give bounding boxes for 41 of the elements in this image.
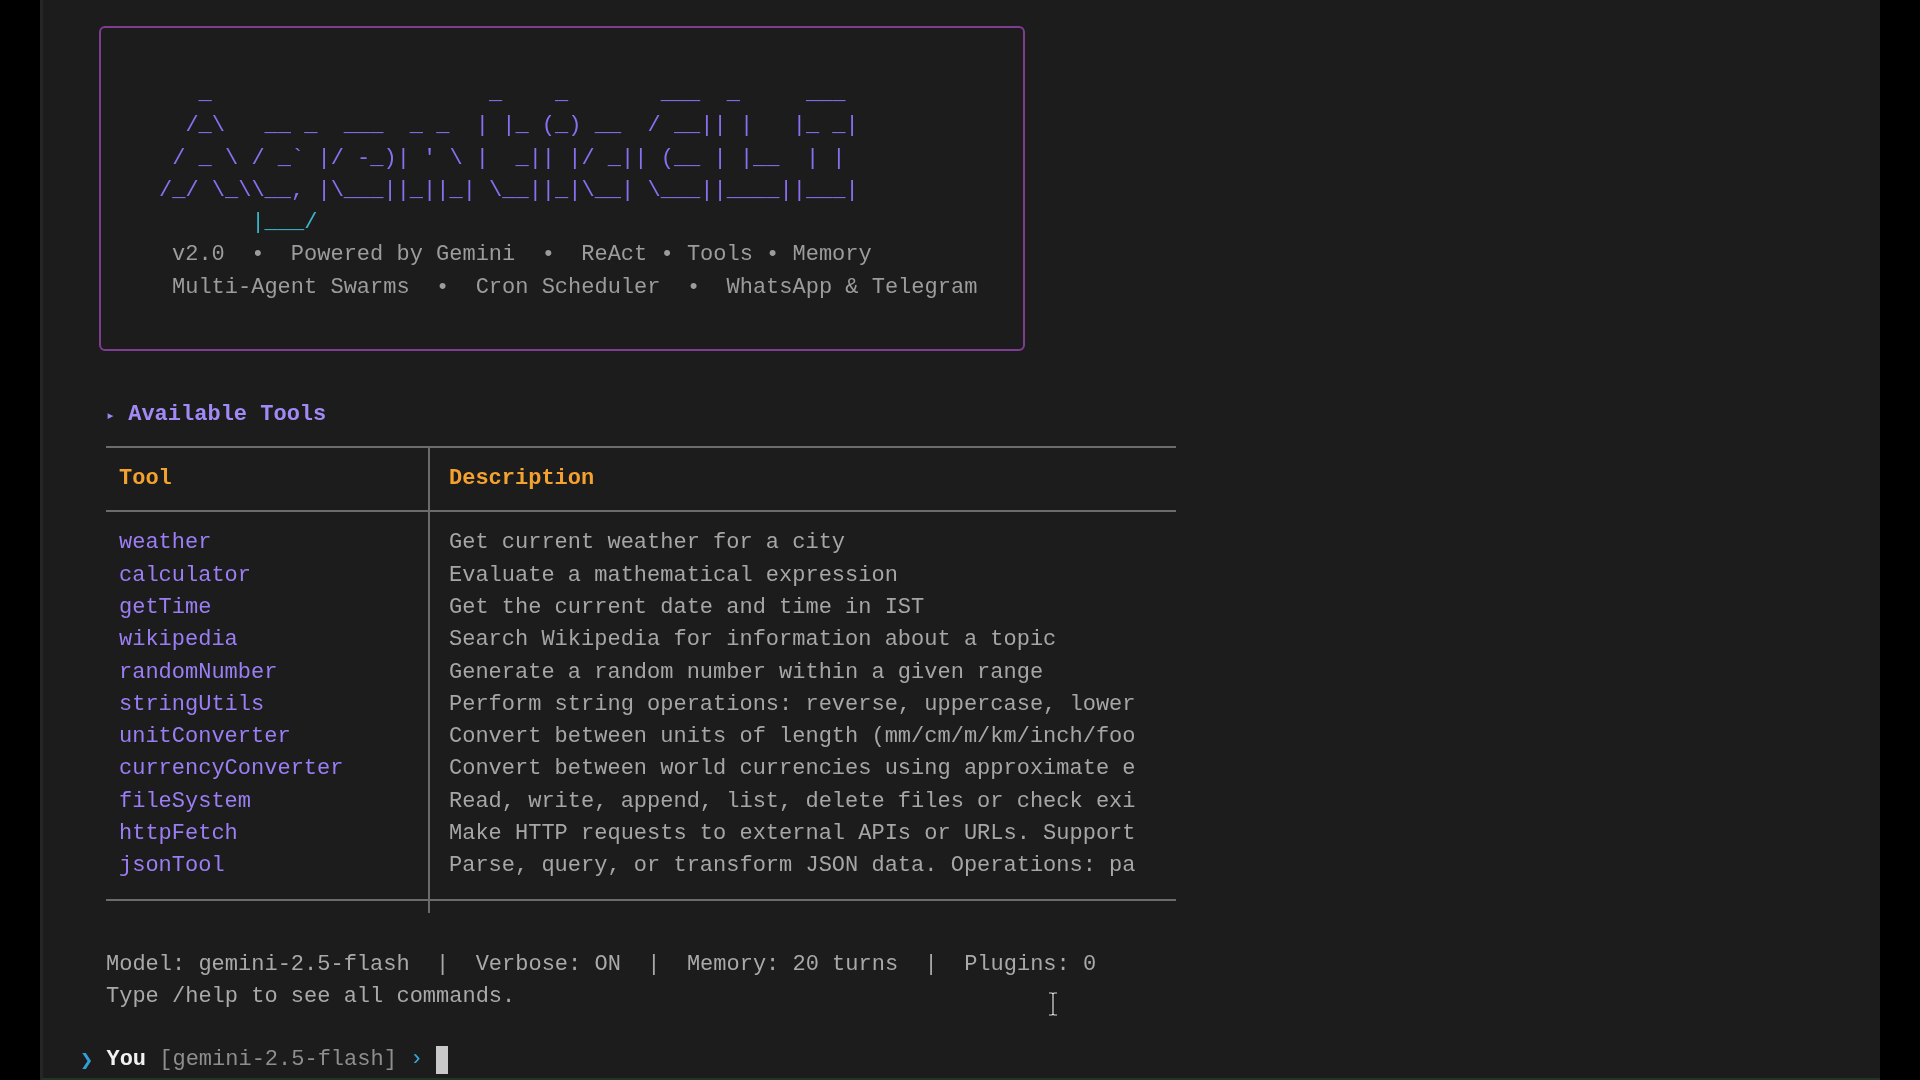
tool-name: unitConverter [119, 723, 291, 752]
section-title: Available Tools [128, 401, 327, 430]
tool-name: stringUtils [119, 690, 265, 719]
tool-description: Make HTTP requests to external APIs or URLs. Support [449, 820, 1136, 849]
tool-description: Convert between units of length (mm/cm/m/km/inch/foo [449, 723, 1136, 752]
tool-name: randomNumber [119, 658, 278, 687]
tool-description: Read, write, append, list, delete files or check exi [449, 787, 1136, 816]
tool-name: currencyConverter [119, 755, 344, 784]
prompt-symbol: ❯ [80, 1046, 94, 1075]
tool-description: Parse, query, or transform JSON data. Operations: pa [449, 852, 1136, 881]
tool-name: calculator [119, 561, 252, 590]
tool-name: jsonTool [119, 852, 225, 881]
text-cursor [436, 1046, 449, 1075]
section-marker: ▸ [106, 405, 116, 427]
ascii-art-line: _ _ _ ___ _ ___ [198, 81, 846, 106]
tool-description: Get the current date and time in IST [449, 593, 925, 622]
ascii-art-line: |___/ [251, 210, 318, 236]
tool-description: Generate a random number within a given range [449, 658, 1044, 687]
tool-name: wikipedia [119, 626, 238, 655]
ascii-art-line: /_/ \_\\__, |\___||_||_| \__||_|\__| \___||____||___| [159, 177, 859, 203]
user-label: You [106, 1046, 147, 1075]
tool-description: Evaluate a mathematical expression [449, 561, 898, 590]
hint-text: Type /help to see all commands. [106, 982, 516, 1011]
tool-description: Get current weather for a city [449, 529, 846, 558]
tagline-text: v2.0 • Powered by Gemini • ReAct • Tools • Memory [172, 241, 872, 270]
tool-description: Perform string operations: reverse, uppercase, lower [449, 690, 1136, 719]
column-header: Tool [119, 465, 172, 494]
tool-name: httpFetch [119, 820, 238, 849]
tool-name: getTime [119, 593, 212, 622]
tool-description: Search Wikipedia for information about a topic [449, 626, 1057, 655]
model-tag: [gemini-2.5-flash] [159, 1044, 397, 1077]
tool-description: Convert between world currencies using approximate e [449, 755, 1136, 784]
column-header: Description [449, 465, 595, 494]
tagline-text: Multi-Agent Swarms • Cron Scheduler • WhatsApp & Telegram [172, 273, 978, 302]
tool-name: weather [119, 529, 212, 558]
ascii-art-line: / _ \ / _` |/ -_)| ' \ | _|| |/ _|| (__ | |__ | | [172, 145, 846, 171]
prompt-arrow: › [410, 1046, 424, 1075]
ascii-art-line: /_\ __ _ ___ _ _ | |_ (_) __ / __|| | |_ _| [185, 113, 859, 139]
status-line: Model: gemini-2.5-flash | Verbose: ON | Memory: 20 turns | Plugins: 0 [106, 950, 1097, 979]
ibeam-pointer-icon [1048, 992, 1058, 1016]
tool-name: fileSystem [119, 787, 252, 816]
